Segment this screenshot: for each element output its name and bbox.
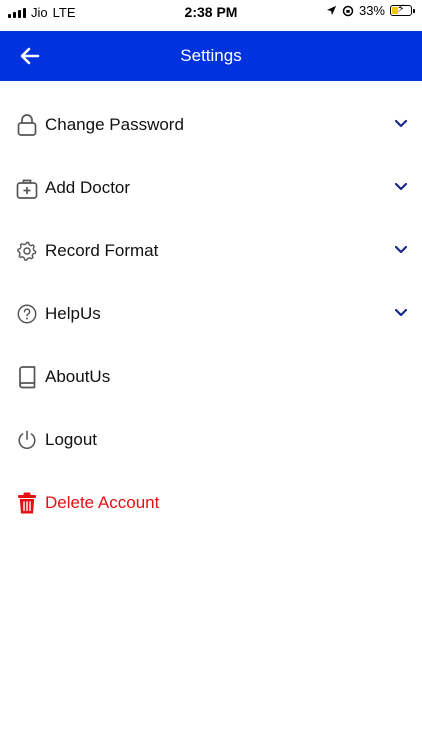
menu-item-add-doctor[interactable]: Add Doctor [0, 157, 422, 220]
power-icon [18, 430, 36, 450]
status-bar: Jio LTE 2:38 PM 33% ⚡ [0, 0, 422, 28]
app-bar: Settings [0, 31, 422, 81]
menu-item-label: AboutUs [45, 367, 111, 386]
menu-item-label: Change Password [45, 115, 184, 134]
menu-item-record-format[interactable]: Record Format [0, 220, 422, 283]
menu-item-label: HelpUs [45, 304, 101, 323]
medical-bag-icon [16, 179, 38, 199]
menu-item-label: Delete Account [45, 493, 160, 512]
chevron-down-icon[interactable] [394, 245, 408, 255]
page-title: Settings [180, 46, 242, 65]
battery-percentage: 33% [358, 3, 385, 18]
menu-item-label: Record Format [45, 241, 159, 260]
chevron-down-icon[interactable] [394, 308, 408, 318]
help-circle-icon [17, 304, 37, 324]
menu-item-label: Logout [45, 430, 97, 449]
menu-item-logout[interactable]: Logout [0, 409, 422, 472]
menu-item-about-us[interactable]: AboutUs [0, 346, 422, 409]
menu-item-change-password[interactable]: Change Password [0, 94, 422, 157]
location-arrow-icon [326, 5, 337, 16]
orientation-lock-icon [342, 5, 354, 16]
book-icon [19, 366, 36, 389]
status-right: 33% ⚡ [326, 3, 415, 18]
menu-item-label: Add Doctor [45, 178, 131, 197]
battery-icon: ⚡ [390, 4, 415, 16]
lock-icon [17, 114, 37, 136]
chevron-down-icon[interactable] [394, 119, 408, 129]
menu-item-help-us[interactable]: HelpUs [0, 283, 422, 346]
trash-icon [18, 492, 36, 514]
settings-menu: Change Password Add Doctor Record Format [0, 94, 422, 535]
gear-icon [17, 241, 37, 261]
menu-item-delete-account[interactable]: Delete Account [0, 472, 422, 535]
chevron-down-icon[interactable] [394, 182, 408, 192]
